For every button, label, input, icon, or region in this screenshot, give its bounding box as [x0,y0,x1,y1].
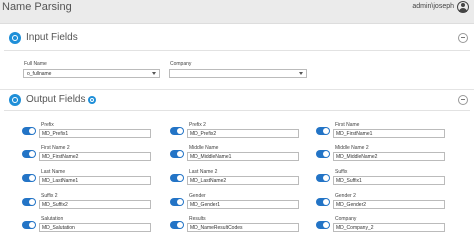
output-field-toggle[interactable] [316,198,330,206]
user-name[interactable]: admin\joseph [412,3,454,10]
output-field-label: Salutation [41,216,64,222]
input-fields-title: Input Fields [26,32,78,43]
output-field: Prefix MD_Prefix1 [22,122,157,142]
page-title: Name Parsing [2,1,72,13]
output-field-toggle[interactable] [170,150,184,158]
output-divider [4,110,470,111]
top-bar: Name Parsing admin\joseph [0,0,474,16]
output-field-label: Company [335,216,357,222]
output-field-input[interactable]: MD_FirstName2 [39,152,151,161]
output-field-label: Results [189,216,206,222]
output-field-toggle[interactable] [22,198,36,206]
output-field-label: Prefix 2 [189,122,206,128]
output-field: Last Name MD_LastName1 [22,169,157,189]
output-field-input[interactable]: MD_Salutation [39,223,151,232]
output-fields-panel: Output Fields Prefix MD_Prefix1 Prefix 2 MD… [0,89,474,241]
chevron-down-icon [299,72,303,75]
output-field-input[interactable]: MD_Suffix1 [333,176,445,185]
output-field-input[interactable]: MD_NameResultCodes [187,223,299,232]
output-field: Middle Name 2 MD_MiddleName2 [316,145,451,165]
output-field-input[interactable]: MD_LastName2 [187,176,299,185]
output-field: Gender MD_Gender1 [170,193,305,213]
input-collapse-button[interactable] [458,33,468,43]
output-field: First Name MD_FirstName1 [316,122,451,142]
output-field-label: Last Name 2 [189,169,218,175]
full-name-value: o_fullname [27,71,52,77]
output-field-input[interactable]: MD_LastName1 [39,176,151,185]
output-collapse-button[interactable] [458,95,468,105]
output-field-toggle[interactable] [22,174,36,182]
output-field-input[interactable]: MD_Prefix2 [187,129,299,138]
output-field: Middle Name MD_MiddleName1 [170,145,305,165]
output-field: Company MD_Company_2 [316,216,451,236]
output-field-toggle[interactable] [22,221,36,229]
output-field-label: First Name [335,122,360,128]
output-field: Suffix MD_Suffix1 [316,169,451,189]
output-field-toggle[interactable] [316,221,330,229]
output-fields-title: Output Fields [26,94,86,105]
output-field-label: Prefix [41,122,54,128]
company-select[interactable] [169,69,307,78]
full-name-label: Full Name [24,61,47,67]
output-field-label: Gender [189,193,206,199]
output-field-input[interactable]: MD_Company_2 [333,223,445,232]
output-field-input[interactable]: MD_Gender1 [187,200,299,209]
output-field-toggle[interactable] [170,174,184,182]
input-section-icon [9,32,21,44]
output-field-toggle[interactable] [316,127,330,135]
output-field-input[interactable]: MD_MiddleName1 [187,152,299,161]
output-field-toggle[interactable] [316,150,330,158]
output-field-toggle[interactable] [170,221,184,229]
chevron-down-icon [152,72,156,75]
output-field-input[interactable]: MD_Suffix2 [39,200,151,209]
output-field-label: Middle Name [189,145,219,151]
output-field-toggle[interactable] [316,174,330,182]
output-field-label: Middle Name 2 [335,145,369,151]
output-field-toggle[interactable] [170,127,184,135]
output-field-label: Gender 2 [335,193,356,199]
output-field-input[interactable]: MD_Prefix1 [39,129,151,138]
output-section-icon [9,94,21,106]
input-fields-panel: Input Fields Full Name o_fullname Compan… [0,23,474,89]
output-field: First Name 2 MD_FirstName2 [22,145,157,165]
output-field-input[interactable]: MD_MiddleName2 [333,152,445,161]
info-icon[interactable] [88,96,96,104]
output-field: Prefix 2 MD_Prefix2 [170,122,305,142]
output-field-input[interactable]: MD_FirstName1 [333,129,445,138]
output-field-toggle[interactable] [170,198,184,206]
output-field: Results MD_NameResultCodes [170,216,305,236]
output-field-label: First Name 2 [41,145,70,151]
output-field-label: Suffix [335,169,348,175]
input-divider [4,50,470,51]
output-field: Last Name 2 MD_LastName2 [170,169,305,189]
output-field-toggle[interactable] [22,150,36,158]
user-avatar-icon[interactable] [457,1,469,13]
full-name-select[interactable]: o_fullname [23,69,160,78]
company-label: Company [170,61,192,67]
output-field: Salutation MD_Salutation [22,216,157,236]
output-field: Suffix 2 MD_Suffix2 [22,193,157,213]
output-field-input[interactable]: MD_Gender2 [333,200,445,209]
output-field: Gender 2 MD_Gender2 [316,193,451,213]
output-field-label: Suffix 2 [41,193,58,199]
output-field-label: Last Name [41,169,66,175]
output-field-toggle[interactable] [22,127,36,135]
